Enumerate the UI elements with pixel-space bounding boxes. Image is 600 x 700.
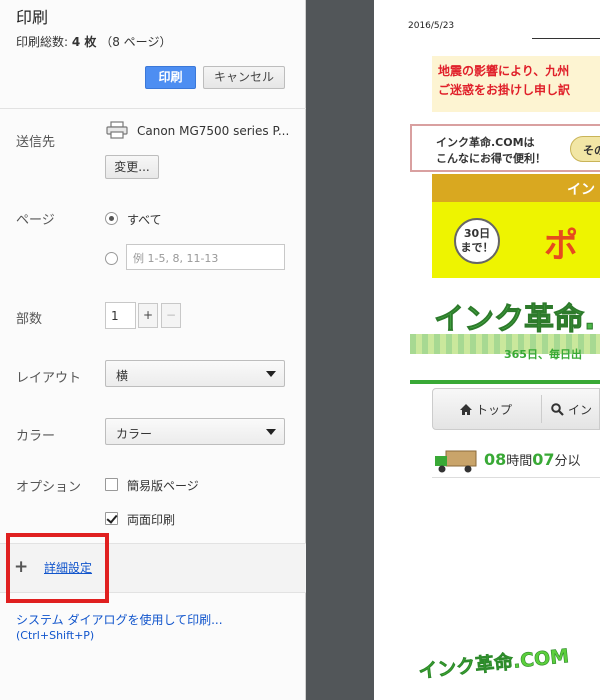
truck-icon — [435, 450, 477, 473]
dialog-title: 印刷 — [16, 8, 49, 27]
layout-label: レイアウト — [16, 371, 82, 386]
system-dialog-shortcut: (Ctrl+Shift+P) — [16, 629, 95, 642]
nav-top-label: トップ — [476, 403, 513, 417]
page-range-input[interactable]: 例 1-5, 8, 11-13 — [126, 244, 285, 270]
pages-all-label: すべて — [127, 213, 162, 227]
delivery-hours: 08 — [484, 450, 507, 469]
copies-label: 部数 — [16, 312, 43, 327]
color-value: カラー — [116, 427, 153, 441]
duplex-checkbox[interactable] — [105, 512, 118, 525]
promo-line-1: インク革命.COMは — [436, 136, 535, 149]
copies-decrement-button[interactable]: − — [161, 303, 181, 328]
delivery-hours-unit: 時間 — [506, 454, 533, 469]
layout-select[interactable]: 横 — [105, 360, 285, 387]
points-banner: 30日 まで！ ポ — [432, 202, 600, 278]
delivery-text: 08時間07分以 — [484, 450, 581, 469]
nav-separator — [541, 395, 542, 423]
nav-ink-item: イン — [551, 401, 592, 418]
delivery-minutes-unit: 分以 — [554, 454, 581, 469]
highlight-box — [6, 533, 109, 603]
print-settings-panel: 印刷 印刷総数: 4 枚 （8 ページ） 印刷 キャンセル 送信先 Canon … — [0, 0, 306, 700]
pages-label: ページ — [16, 213, 55, 228]
printer-name: Canon MG7500 series P... — [137, 124, 290, 138]
earthquake-notice: 地震の影響により、九州 ご迷惑をお掛けし申し訳 — [432, 56, 600, 112]
system-dialog-link[interactable]: システム ダイアログを使用して印刷... — [16, 611, 223, 628]
dropdown-arrow-icon — [266, 429, 276, 435]
destination-label: 送信先 — [16, 135, 56, 150]
change-destination-button[interactable]: 変更... — [105, 155, 159, 179]
total-pages: （8 ページ） — [100, 35, 172, 49]
thirty-days-badge: 30日 まで！ — [454, 218, 500, 264]
footer-logo: インク革命.COM — [417, 645, 571, 683]
print-button[interactable]: 印刷 — [145, 66, 196, 89]
badge-line-1: 30日 — [463, 227, 491, 240]
cancel-button[interactable]: キャンセル — [203, 66, 285, 89]
banner-header: イン — [432, 174, 600, 202]
color-label: カラー — [16, 429, 56, 444]
simplified-page-checkbox[interactable] — [105, 478, 118, 491]
site-logo: インク革命. — [433, 302, 596, 338]
promo-box: インク革命.COMは こんなにお得で便利！ その — [410, 124, 600, 172]
dropdown-arrow-icon — [266, 371, 276, 377]
color-select[interactable]: カラー — [105, 418, 285, 445]
duplex-label: 両面印刷 — [127, 513, 176, 527]
notice-line-2: ご迷惑をお掛けし申し訳 — [438, 83, 571, 97]
banner-big-text: ポ — [544, 226, 578, 266]
printer-icon — [106, 121, 128, 139]
badge-line-2: まで！ — [460, 241, 494, 254]
layout-value: 横 — [116, 369, 129, 383]
options-label: オプション — [16, 480, 82, 495]
pages-range-radio[interactable] — [105, 252, 118, 265]
total-value: 4 枚 — [71, 35, 97, 49]
notice-line-1: 地震の影響により、九州 — [438, 64, 570, 78]
search-icon — [551, 403, 564, 416]
promo-line-2: こんなにお得で便利！ — [436, 152, 546, 165]
header-divider — [0, 108, 306, 109]
site-nav-bar: トップ イン — [432, 388, 600, 430]
promo-pill: その — [570, 136, 600, 162]
simplified-page-label: 簡易版ページ — [127, 479, 199, 493]
preview-header-line — [532, 38, 600, 39]
copies-increment-button[interactable]: + — [138, 303, 158, 328]
delivery-minutes: 07 — [532, 450, 555, 469]
site-tagline: 365日、毎日出 — [504, 348, 582, 361]
home-icon — [460, 404, 472, 415]
site-logo-area: インク革命. 365日、毎日出 — [410, 284, 600, 384]
copies-input[interactable]: 1 — [105, 302, 136, 329]
nav-top-item: トップ — [459, 401, 512, 418]
total-sheets: 印刷総数: 4 枚 （8 ページ） — [16, 33, 171, 50]
pages-all-radio[interactable] — [105, 212, 118, 225]
preview-date: 2016/5/23 — [408, 21, 455, 31]
delivery-timer: 08時間07分以 — [432, 446, 600, 478]
print-preview-page: 2016/5/23 地震の影響により、九州 ご迷惑をお掛けし申し訳 インク革命.… — [374, 0, 600, 700]
nav-ink-label: イン — [568, 403, 593, 417]
total-label: 印刷総数: — [16, 35, 69, 49]
